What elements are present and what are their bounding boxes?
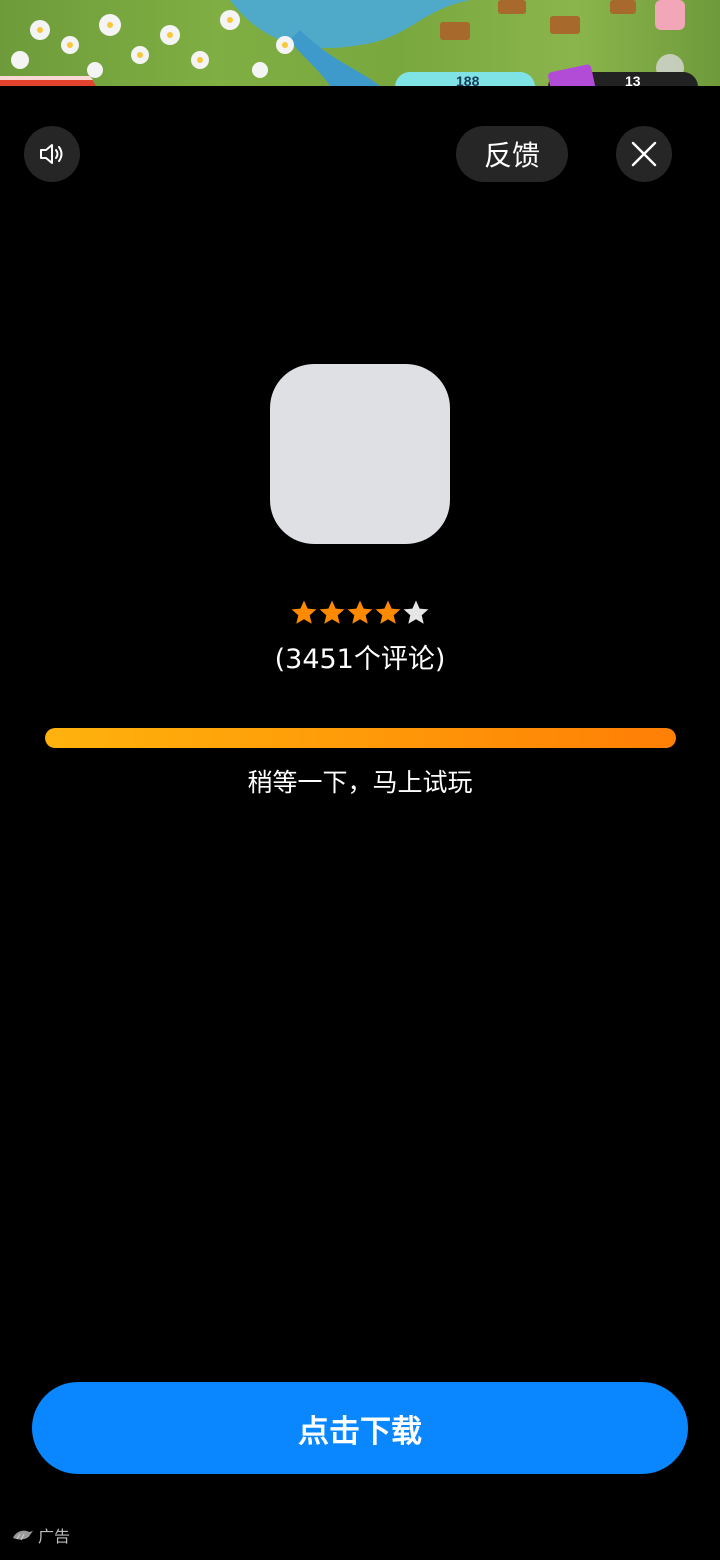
star-filled-icon bbox=[319, 600, 345, 624]
feedback-label: 反馈 bbox=[483, 139, 540, 172]
game-background: 188 13 bbox=[0, 0, 720, 86]
star-filled-icon bbox=[375, 600, 401, 624]
bird-logo-icon bbox=[13, 1530, 33, 1541]
close-button[interactable] bbox=[616, 126, 672, 182]
feedback-button[interactable]: 反馈 bbox=[456, 126, 568, 182]
progress-fill bbox=[45, 728, 676, 748]
sound-toggle-button[interactable] bbox=[24, 126, 80, 182]
download-label: 点击下载 bbox=[298, 1413, 422, 1450]
app-icon bbox=[270, 364, 450, 544]
svg-text:188: 188 bbox=[456, 73, 480, 86]
review-count: (3451个评论) bbox=[274, 644, 446, 675]
download-button[interactable]: 点击下载 bbox=[32, 1382, 688, 1474]
star-rating bbox=[290, 599, 430, 629]
loading-progress-bar bbox=[45, 728, 676, 748]
loading-status-text: 稍等一下，马上试玩 bbox=[247, 768, 473, 797]
speaker-icon bbox=[40, 144, 63, 164]
ad-label: 广告 bbox=[12, 1522, 70, 1548]
star-filled-icon bbox=[347, 600, 373, 624]
ad-page: 188 13 反馈 (3451个评论) 稍等一下，马上试玩 点击下载 广告 bbox=[0, 0, 720, 1560]
star-empty-icon bbox=[403, 600, 429, 624]
svg-text:13: 13 bbox=[625, 73, 641, 86]
ad-label-text: 广告 bbox=[38, 1527, 71, 1546]
close-icon bbox=[631, 141, 657, 167]
star-filled-icon bbox=[291, 600, 317, 624]
